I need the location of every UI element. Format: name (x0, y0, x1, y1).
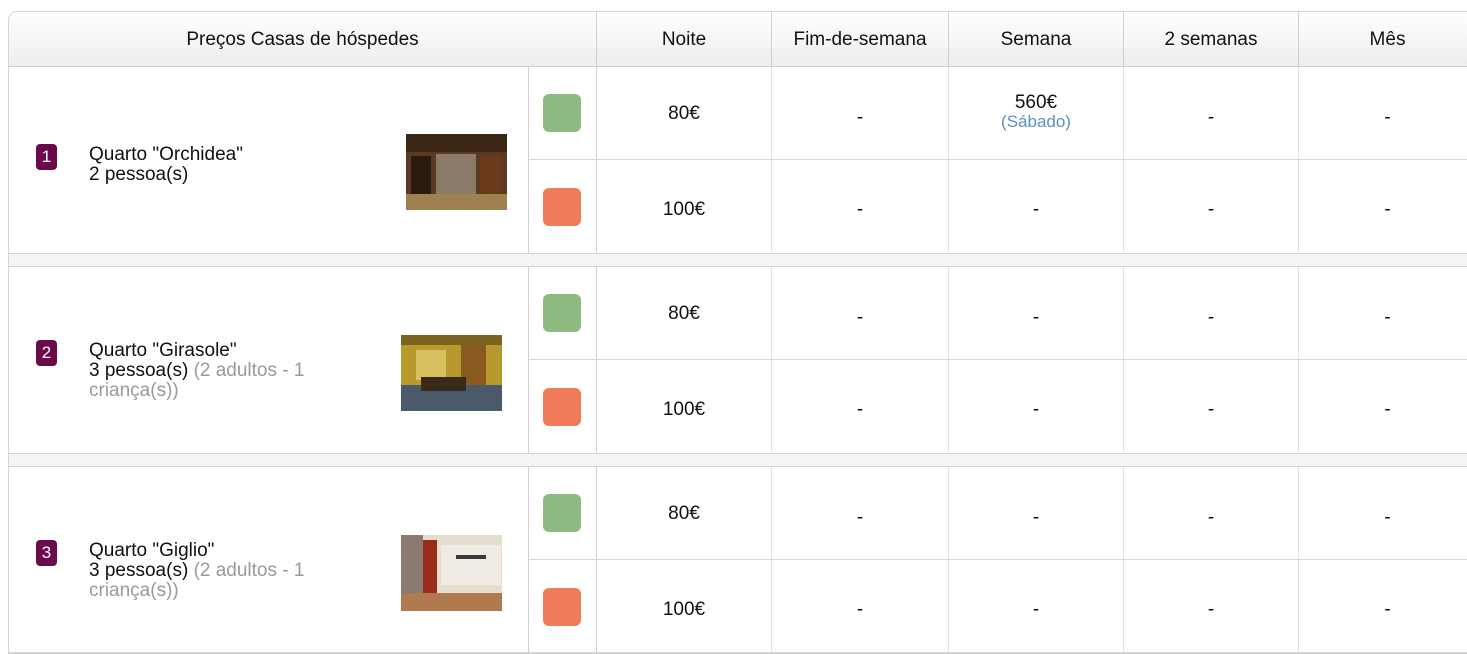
price-night: 80€ (597, 467, 772, 559)
room-number-badge: 2 (36, 340, 57, 366)
room-photo[interactable] (406, 134, 507, 210)
season-cell (528, 67, 597, 159)
price-week: - (949, 360, 1124, 452)
col-night: Noite (597, 12, 772, 66)
season-cell (528, 560, 597, 652)
price-month: - (1384, 199, 1391, 220)
col-two-weeks: 2 semanas (1124, 12, 1299, 66)
col-weekend: Fim-de-semana (772, 12, 949, 66)
week-note: (Sábado) (1001, 112, 1071, 131)
room-info: 1 Quarto "Orchidea" 2 pessoa(s) (9, 67, 529, 253)
room-name: Quarto "Giglio" (89, 540, 215, 561)
price-weekend: - (772, 160, 949, 252)
table-header: Preços Casas de hóspedes Noite Fim-de-se… (9, 12, 1467, 67)
price-weekend: - (772, 560, 949, 652)
price-week: - (949, 160, 1124, 252)
season-swatch-orange (543, 188, 581, 226)
room-info: 3 Quarto "Giglio" 3 pessoa(s) (2 adultos… (9, 467, 529, 653)
room-row-giglio: 3 Quarto "Giglio" 3 pessoa(s) (2 adultos… (9, 467, 1467, 653)
price-two-weeks: - (1124, 267, 1299, 359)
room-photo[interactable] (401, 335, 502, 411)
price-month: - (1384, 507, 1391, 528)
price-month: - (1384, 307, 1391, 328)
season-swatch-green (543, 294, 581, 332)
room-capacity: 3 pessoa(s) (89, 560, 189, 581)
price-two-weeks: - (1124, 467, 1299, 559)
price-weekend: - (772, 360, 949, 452)
price-night: 100€ (597, 560, 772, 652)
room-name: Quarto "Orchidea" (89, 144, 243, 165)
price-night: 100€ (597, 360, 772, 452)
price-table: Preços Casas de hóspedes Noite Fim-de-se… (8, 11, 1467, 654)
price-month: - (1384, 599, 1391, 620)
season-cell (528, 267, 597, 359)
price-month: - (1384, 107, 1391, 128)
price-night: 80€ (597, 67, 772, 159)
price-month: - (1384, 399, 1391, 420)
season-swatch-green (543, 94, 581, 132)
price-week: 560€ (Sábado) (949, 67, 1124, 159)
room-number-badge: 1 (36, 144, 57, 170)
price-week: - (949, 467, 1124, 559)
season-cell (528, 160, 597, 252)
room-photo[interactable] (401, 535, 502, 611)
season-swatch-orange (543, 388, 581, 426)
price-weekend: - (772, 467, 949, 559)
room-info: 2 Quarto "Girasole" 3 pessoa(s) (2 adult… (9, 267, 529, 453)
room-description: Quarto "Orchidea" 2 pessoa(s) (89, 145, 389, 185)
header-title: Preços Casas de hóspedes (9, 12, 597, 66)
room-description: Quarto "Girasole" 3 pessoa(s) (2 adultos… (89, 341, 389, 401)
season-cell (528, 467, 597, 559)
price-two-weeks: - (1124, 67, 1299, 159)
room-description: Quarto "Giglio" 3 pessoa(s) (2 adultos -… (89, 541, 389, 601)
price-two-weeks: - (1124, 160, 1299, 252)
price-two-weeks: - (1124, 560, 1299, 652)
room-capacity: 3 pessoa(s) (89, 360, 189, 381)
season-swatch-green (543, 494, 581, 532)
price-two-weeks: - (1124, 360, 1299, 452)
season-swatch-orange (543, 588, 581, 626)
room-capacity: 2 pessoa(s) (89, 164, 189, 185)
room-row-orchidea: 1 Quarto "Orchidea" 2 pessoa(s) 80€ - 56… (9, 67, 1467, 253)
room-name: Quarto "Girasole" (89, 340, 237, 361)
price-week: - (949, 560, 1124, 652)
price-weekend: - (772, 67, 949, 159)
price-night: 100€ (597, 160, 772, 252)
price-weekend: - (772, 267, 949, 359)
room-row-girasole: 2 Quarto "Girasole" 3 pessoa(s) (2 adult… (9, 267, 1467, 453)
price-week: - (949, 267, 1124, 359)
col-week: Semana (949, 12, 1124, 66)
price-night: 80€ (597, 267, 772, 359)
room-number-badge: 3 (36, 540, 57, 566)
season-cell (528, 360, 597, 452)
col-month: Mês (1369, 29, 1406, 50)
